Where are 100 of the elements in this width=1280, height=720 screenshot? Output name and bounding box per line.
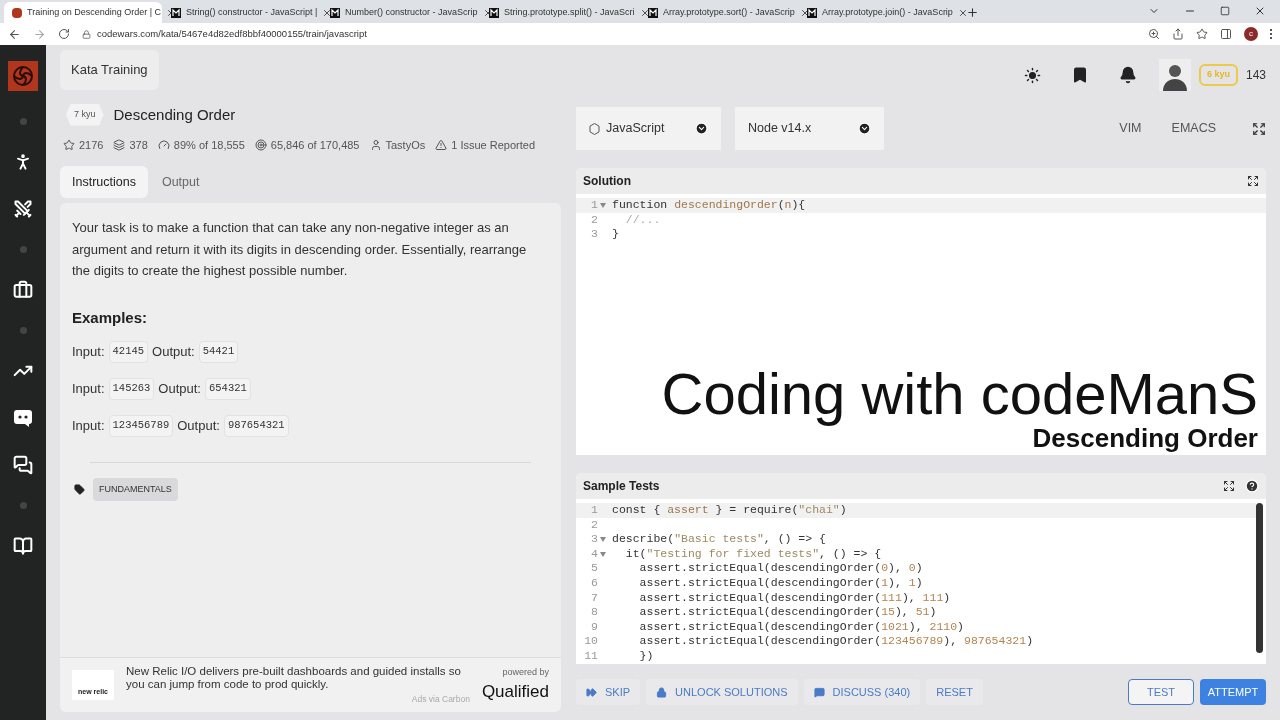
share-icon[interactable] xyxy=(1172,28,1184,40)
output-label: Output: xyxy=(177,416,220,435)
line-number: 3 xyxy=(591,227,598,242)
attempt-button[interactable]: ATTEMPT xyxy=(1200,679,1266,705)
rank-badge: 6 kyu xyxy=(1198,64,1238,86)
action-button[interactable]: DISCUSS (340) xyxy=(803,679,921,705)
tab-favicon-icon xyxy=(648,7,658,18)
output-label: Output: xyxy=(152,343,195,362)
description-text: Your task is to make a function that can take any non-negative integer as an argument and return it with its digits in descending order. Essentially, rearrange the digits to create the highest possible number. xyxy=(72,219,528,281)
stat-text: 378 xyxy=(129,138,148,153)
line-number: 11 xyxy=(584,648,598,664)
notification-bell-icon[interactable] xyxy=(1118,66,1137,84)
code-line: assert.strictEqual(descendingOrder(1021), 2110) xyxy=(638,619,964,635)
code-value: 42145 xyxy=(108,341,149,363)
panel-title: Sample Tests xyxy=(583,478,661,495)
tab-favicon-icon xyxy=(489,7,499,18)
gauge-icon xyxy=(157,139,170,152)
code-line: assert.strictEqual(descendingOrder(123456789), 987654321) xyxy=(638,634,1034,649)
tab-title: Array.prototype.join() - JavaScrip xyxy=(822,5,953,19)
chat-bubble-icon[interactable] xyxy=(13,408,33,428)
back-icon[interactable] xyxy=(8,27,21,41)
book-icon[interactable] xyxy=(13,536,33,556)
tab-title: String() constructor - JavaScript | xyxy=(186,5,318,19)
browser-tab[interactable]: Array.prototype.sort() - JavaScrip xyxy=(640,2,798,23)
test-button[interactable]: TEST xyxy=(1128,679,1194,705)
browser-tab[interactable]: String() constructor - JavaScript | xyxy=(163,2,321,23)
theme-sun-icon[interactable] xyxy=(1023,66,1041,84)
close-icon[interactable] xyxy=(639,7,650,18)
close-icon[interactable] xyxy=(1254,5,1266,17)
code-line: const { assert } = require("chai") xyxy=(612,503,847,518)
lock-icon xyxy=(82,29,91,39)
video-overlay-title: Coding with codeManS xyxy=(661,363,1258,425)
code-line: function descendingOrder(n){ xyxy=(612,198,806,213)
messages-icon[interactable] xyxy=(13,455,33,475)
browser-tab[interactable]: Array.prototype.join() - JavaScrip xyxy=(799,2,957,23)
url-text[interactable]: codewars.com/kata/5467e4d82edf8bbf40000155/train/javascript xyxy=(97,26,367,42)
fold-arrow-icon[interactable] xyxy=(600,202,606,208)
input-label: Input: xyxy=(72,380,105,399)
input-label: Input: xyxy=(72,343,105,362)
maximize-icon[interactable] xyxy=(1220,6,1230,16)
editor-mode-button[interactable]: VIM xyxy=(1111,119,1150,138)
fullscreen-icon[interactable] xyxy=(1247,175,1259,187)
line-number: 5 xyxy=(591,561,598,576)
help-icon[interactable] xyxy=(1245,479,1259,493)
reload-icon[interactable] xyxy=(58,28,70,40)
tab-favicon-icon xyxy=(171,7,181,18)
brand-logo: Qualified xyxy=(481,681,549,703)
action-button[interactable]: SKIP xyxy=(576,679,641,705)
code-line: assert.strictEqual(descendingOrder(1), 1) xyxy=(638,575,923,591)
video-overlay-subtitle: Descending Order xyxy=(1032,425,1258,451)
fullscreen-icon[interactable] xyxy=(1252,121,1266,136)
stat-text: 1 Issue Reported xyxy=(451,138,535,153)
input-label: Input: xyxy=(72,416,105,435)
line-number: 4 xyxy=(591,546,598,562)
side-panel-icon[interactable] xyxy=(1220,28,1232,40)
briefcase-icon[interactable] xyxy=(13,280,33,300)
language-dropdown[interactable]: JavaScript xyxy=(576,107,721,150)
panel-tab[interactable]: Instructions xyxy=(60,165,148,199)
code-value: 145263 xyxy=(108,378,155,400)
code-line: } xyxy=(612,227,619,242)
ad-text: New Relic I/O delivers pre-built dashboards and guided installs so you can jump from code to prod quickly. xyxy=(126,664,462,691)
bookmark-star-icon[interactable] xyxy=(1196,28,1208,40)
line-number: 3 xyxy=(591,532,598,547)
lock-icon xyxy=(656,686,668,698)
stat-text: 2176 xyxy=(79,138,104,153)
browser-tab[interactable]: String.prototype.split() - JavaScri xyxy=(481,2,639,23)
close-icon[interactable] xyxy=(957,7,968,18)
tag-chip[interactable]: FUNDAMENTALS xyxy=(93,477,178,501)
tab-title: Training on Descending Order | C xyxy=(27,5,162,19)
stat-text: 65,846 of 170,485 xyxy=(270,138,360,153)
close-icon[interactable] xyxy=(322,7,333,18)
kata-title: Descending Order xyxy=(113,104,236,125)
action-button[interactable]: RESET xyxy=(926,679,983,705)
line-number: 7 xyxy=(591,590,598,606)
line-number: 8 xyxy=(591,605,598,620)
target-icon xyxy=(254,139,267,152)
profile-avatar[interactable]: c xyxy=(1244,27,1258,41)
runtime-dropdown[interactable]: Node v14.x xyxy=(735,107,884,150)
line-number: 6 xyxy=(591,575,598,591)
code-line: describe("Basic tests", () => { xyxy=(612,532,826,547)
new-tab-icon[interactable] xyxy=(966,6,979,19)
editor-mode-button[interactable]: EMACS xyxy=(1163,119,1224,138)
user-avatar[interactable] xyxy=(1158,59,1191,91)
fold-arrow-icon[interactable] xyxy=(600,551,606,557)
panel-tab[interactable]: Output xyxy=(149,165,212,199)
breadcrumb-tab[interactable]: Kata Training xyxy=(60,50,159,90)
zoom-icon[interactable] xyxy=(1148,28,1160,40)
swords-icon[interactable] xyxy=(13,199,33,219)
code-line: assert.strictEqual(descendingOrder(15), 51) xyxy=(638,605,937,620)
fold-arrow-icon[interactable] xyxy=(600,537,606,542)
chevron-down-icon xyxy=(858,122,871,135)
action-button[interactable]: UNLOCK SOLUTIONS xyxy=(646,679,798,705)
line-number: 1 xyxy=(591,503,598,518)
browser-tab[interactable]: Number() constructor - JavaScrip xyxy=(322,2,480,23)
code-line: //... xyxy=(624,212,661,228)
fullscreen-icon[interactable] xyxy=(1223,480,1235,492)
tag-icon xyxy=(74,483,85,495)
layers-icon xyxy=(113,139,126,152)
logo-icon[interactable] xyxy=(8,61,38,91)
scrollbar-thumb[interactable] xyxy=(1256,503,1263,653)
